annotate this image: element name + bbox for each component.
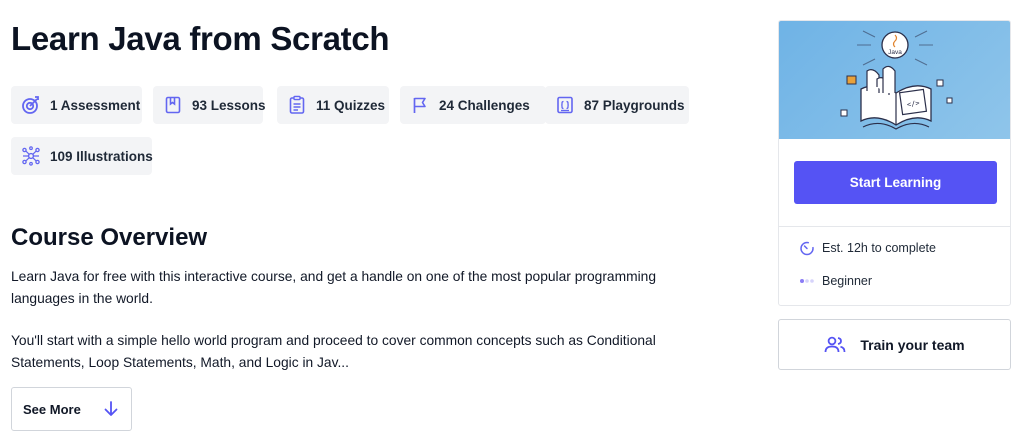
course-hero-illustration: Java </> xyxy=(779,21,1010,139)
duration-row: Est. 12h to complete xyxy=(799,240,936,256)
duration-label: Est. 12h to complete xyxy=(822,241,936,255)
course-overview-heading: Course Overview xyxy=(11,224,208,251)
overview-paragraph: Learn Java for free with this interactiv… xyxy=(11,269,656,306)
stat-label: 109 Illustrations xyxy=(50,148,153,164)
stat-label: 93 Lessons xyxy=(192,97,266,113)
stat-label: 87 Playgrounds xyxy=(584,97,685,113)
stat-lessons: 93 Lessons xyxy=(153,86,266,124)
stat-quizzes: 11 Quizzes xyxy=(277,86,389,124)
level-row: Beginner xyxy=(799,273,872,289)
quizzes-icon xyxy=(287,95,307,115)
illustrations-icon xyxy=(21,146,41,166)
stat-assessment: 1 Assessment xyxy=(11,86,142,124)
train-your-team-button[interactable]: Train your team xyxy=(778,319,1011,370)
see-more-label: See More xyxy=(23,401,81,417)
overview-paragraph: You'll start with a simple hello world p… xyxy=(11,333,656,370)
card-divider xyxy=(779,226,1010,227)
stat-label: 24 Challenges xyxy=(439,97,530,113)
stat-illustrations: 109 Illustrations xyxy=(11,137,153,175)
flag-icon xyxy=(410,95,430,115)
level-dots-icon xyxy=(799,273,815,289)
timer-icon xyxy=(799,240,815,256)
arrow-down-icon xyxy=(104,401,118,416)
stat-challenges: 24 Challenges xyxy=(400,86,546,124)
lessons-icon xyxy=(163,95,183,115)
stat-label: 11 Quizzes xyxy=(316,97,386,113)
see-more-button[interactable]: See More xyxy=(11,387,132,431)
start-learning-button[interactable]: Start Learning xyxy=(794,161,997,204)
team-icon xyxy=(824,336,846,352)
java-badge-text: Java xyxy=(888,49,902,56)
level-label: Beginner xyxy=(822,274,873,288)
playgrounds-icon xyxy=(555,95,575,115)
stat-label: 1 Assessment xyxy=(50,97,141,113)
course-sidebar-card: Java </> Start Learning Est. 12h to comp… xyxy=(778,20,1011,306)
stat-playgrounds: 87 Playgrounds xyxy=(545,86,689,124)
assessment-icon xyxy=(21,95,41,115)
course-title: Learn Java from Scratch xyxy=(11,20,390,57)
train-your-team-label: Train your team xyxy=(860,336,965,353)
